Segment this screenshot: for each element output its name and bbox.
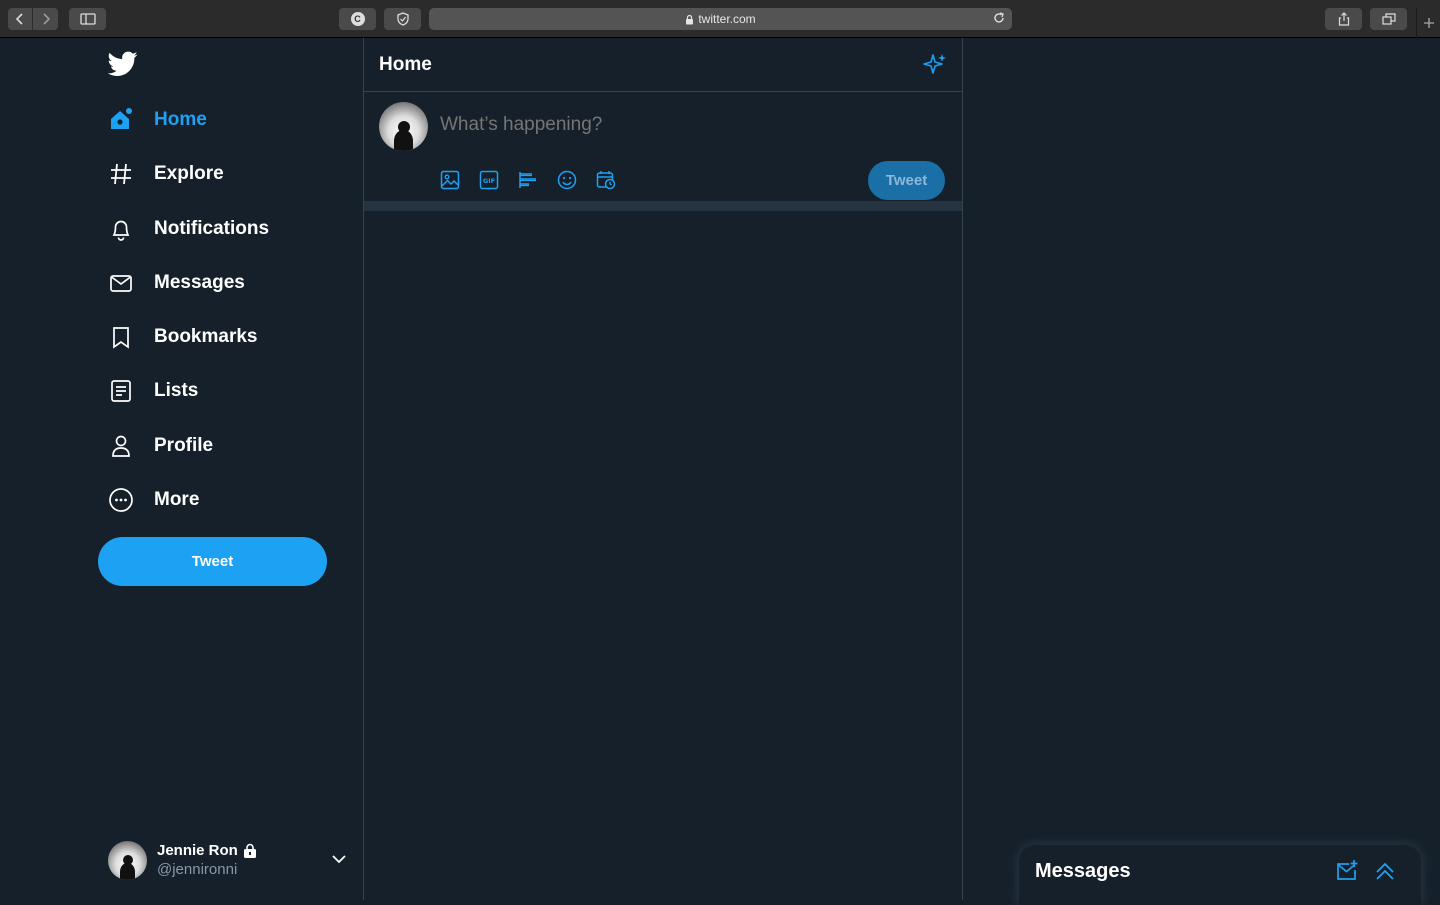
sidebar-item-messages[interactable]: Messages: [108, 263, 245, 303]
more-circle-icon: [108, 487, 134, 513]
media-button[interactable]: [440, 170, 479, 190]
sidebar-item-label: Profile: [154, 435, 214, 456]
chevron-down-icon[interactable]: [330, 850, 348, 868]
new-message-icon[interactable]: [1335, 859, 1359, 883]
sidebar-icon: [79, 13, 96, 25]
gif-icon: GIF: [479, 170, 499, 190]
new-tab-button[interactable]: [1416, 8, 1440, 38]
schedule-button[interactable]: [596, 170, 635, 190]
compose-box: GIF Tweet: [364, 92, 962, 211]
avatar: [379, 102, 428, 151]
sidebar-item-label: Bookmarks: [154, 326, 258, 347]
sidebar-item-lists[interactable]: Lists: [108, 371, 198, 411]
sidebar-item-bookmarks[interactable]: Bookmarks: [108, 317, 258, 357]
share-icon: [1338, 12, 1349, 26]
browser-toolbar: C twitter.com: [0, 0, 1440, 38]
extension-c-icon: C: [350, 12, 365, 26]
page-title: Home: [379, 53, 432, 75]
forward-button[interactable]: [33, 8, 58, 30]
account-name: Jennie Ron: [157, 842, 238, 859]
schedule-icon: [596, 171, 616, 190]
poll-icon: [519, 172, 536, 188]
chevron-left-icon: [15, 13, 23, 25]
tabs-overview-button[interactable]: [1370, 8, 1407, 30]
sidebar-item-label: Notifications: [154, 218, 270, 239]
image-icon: [440, 170, 460, 190]
reload-icon[interactable]: [992, 11, 1006, 25]
compose-toolbar: GIF: [440, 170, 635, 190]
url-text: twitter.com: [698, 12, 756, 26]
sidebar-item-more[interactable]: More: [108, 480, 199, 520]
sidebar-item-notifications[interactable]: Notifications: [108, 209, 269, 249]
compose-input[interactable]: [440, 114, 920, 136]
sidebar-item-profile[interactable]: Profile: [108, 426, 213, 466]
sidebar-item-explore[interactable]: Explore: [108, 154, 224, 194]
bell-icon: [108, 216, 134, 242]
sparkle-icon[interactable]: [922, 52, 948, 78]
compose-tweet-button[interactable]: Tweet: [868, 161, 945, 200]
account-switcher[interactable]: Jennie Ron @jennironni: [108, 838, 348, 882]
emoji-button[interactable]: [557, 170, 596, 190]
lock-icon: [686, 14, 694, 24]
emoji-icon: [557, 170, 577, 190]
sidebar-item-home[interactable]: Home: [108, 100, 207, 140]
twitter-bird-icon: [107, 51, 138, 76]
lock-icon: [243, 843, 256, 858]
main-timeline: Home GIF Tweet: [363, 38, 963, 900]
shield-extension-button[interactable]: [384, 8, 421, 30]
double-chevron-up-icon[interactable]: [1373, 859, 1397, 883]
back-button[interactable]: [8, 8, 32, 30]
timeline-header: Home: [364, 38, 962, 92]
chevron-right-icon: [42, 13, 50, 25]
gif-button[interactable]: GIF: [479, 170, 518, 190]
tweet-button[interactable]: Tweet: [98, 537, 327, 586]
envelope-icon: [108, 270, 134, 296]
plus-icon: [1423, 18, 1434, 28]
hashtag-icon: [108, 161, 134, 187]
sidebar-item-label: More: [154, 489, 200, 510]
messages-drawer[interactable]: Messages: [1019, 845, 1421, 905]
list-icon: [108, 378, 134, 404]
poll-button[interactable]: [518, 170, 557, 190]
address-bar[interactable]: twitter.com: [429, 8, 1012, 30]
shield-icon: [396, 12, 409, 26]
home-icon: [108, 107, 134, 133]
account-handle: @jennironni: [157, 861, 238, 878]
twitter-logo[interactable]: [107, 51, 138, 82]
svg-text:GIF: GIF: [483, 177, 495, 185]
sidebar-item-label: Lists: [154, 380, 199, 401]
sidebar: Home Explore Notifications Messages Book…: [0, 38, 363, 900]
tabs-icon: [1381, 13, 1396, 25]
sidebar-item-label: Home: [154, 109, 207, 130]
bookmark-icon: [108, 324, 134, 350]
avatar: [108, 840, 147, 880]
person-icon: [108, 433, 134, 459]
drawer-title: Messages: [1035, 859, 1131, 882]
extension-button[interactable]: C: [339, 8, 376, 30]
sidebar-item-label: Messages: [154, 272, 245, 293]
sidebar-toggle-button[interactable]: [69, 8, 106, 30]
sidebar-item-label: Explore: [154, 163, 224, 184]
share-button[interactable]: [1325, 8, 1362, 30]
